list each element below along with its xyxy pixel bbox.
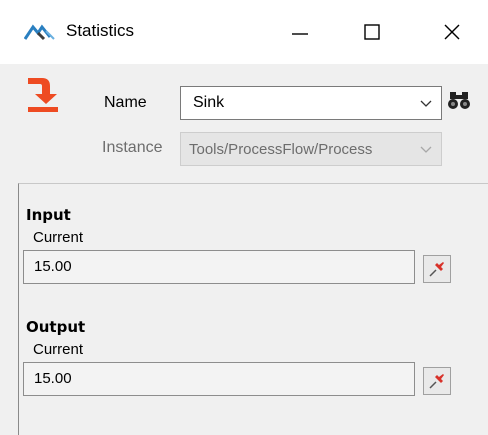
output-pin-button[interactable] <box>423 367 451 395</box>
statistics-panel: Input Current 15.00 Output Current 15.00 <box>18 183 488 435</box>
flexsim-logo-icon <box>24 24 55 41</box>
input-pin-button[interactable] <box>423 255 451 283</box>
pin-icon <box>429 262 444 277</box>
object-header: Name Sink Instance Tools/ProcessFlow/Pro… <box>0 64 488 180</box>
input-group-title: Input <box>26 206 71 224</box>
name-label: Name <box>104 94 147 111</box>
instance-value: Tools/ProcessFlow/Process <box>189 141 373 158</box>
output-current-value: 15.00 <box>34 370 72 387</box>
pin-icon <box>429 374 444 389</box>
minimize-icon <box>292 33 308 35</box>
title-bar[interactable]: Statistics <box>0 0 488 64</box>
instance-label: Instance <box>102 139 163 156</box>
sink-arrow-icon <box>28 78 58 112</box>
instance-dropdown: Tools/ProcessFlow/Process <box>180 132 442 166</box>
close-icon <box>444 24 460 40</box>
input-current-label: Current <box>33 229 84 246</box>
output-group-title: Output <box>26 318 86 336</box>
name-dropdown[interactable]: Sink <box>180 86 442 120</box>
minimize-button[interactable] <box>264 0 336 64</box>
chevron-down-icon <box>420 100 432 107</box>
output-current-label: Current <box>33 341 84 358</box>
statistics-window: Statistics Name Sink Instance Tools/Proc… <box>0 0 488 435</box>
binoculars-icon[interactable] <box>448 90 470 110</box>
maximize-icon <box>364 24 380 40</box>
input-current-field: 15.00 <box>23 250 415 284</box>
name-value: Sink <box>193 94 225 111</box>
input-current-value: 15.00 <box>34 258 72 275</box>
close-button[interactable] <box>416 0 488 64</box>
output-current-field: 15.00 <box>23 362 415 396</box>
window-title: Statistics <box>66 21 135 40</box>
chevron-down-icon <box>420 146 432 153</box>
maximize-button[interactable] <box>336 0 408 64</box>
